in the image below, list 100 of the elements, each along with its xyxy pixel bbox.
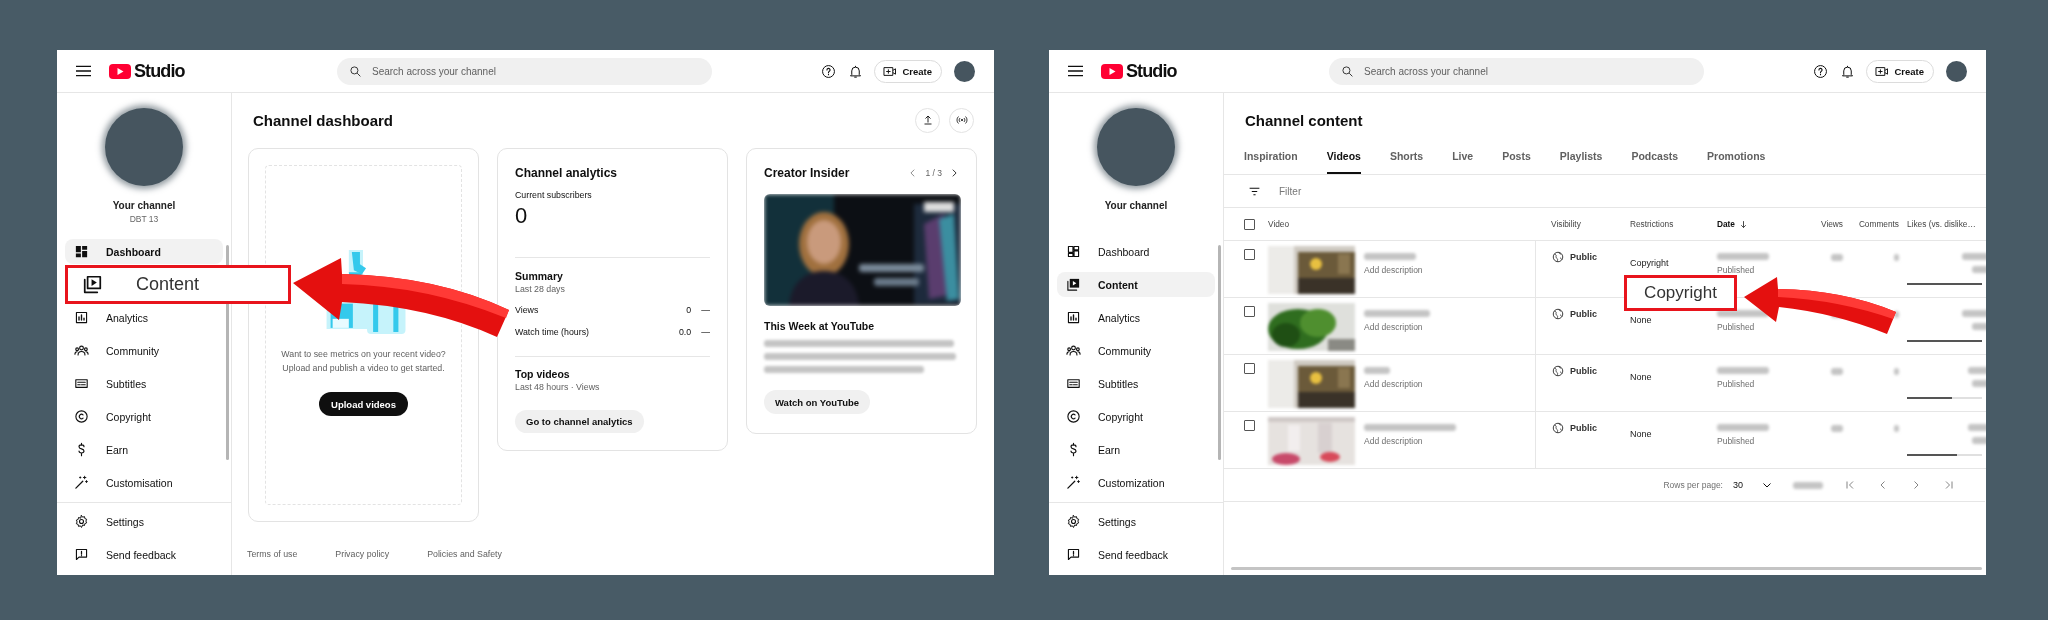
blurred-text — [1717, 367, 1769, 374]
blurred-text — [1831, 368, 1843, 375]
play-box-icon — [1066, 277, 1081, 292]
checkbox[interactable] — [1244, 306, 1255, 317]
video-title: This Week at YouTube — [764, 319, 875, 333]
nav-item[interactable]: Copyright — [1049, 404, 1215, 429]
nav-item[interactable]: Community — [1049, 338, 1215, 363]
avatar[interactable] — [1097, 108, 1175, 186]
logo-text[interactable]: Studio — [1126, 60, 1177, 82]
nav-item[interactable]: Send feedback — [57, 542, 223, 567]
subscriber-count: 0 — [515, 203, 528, 229]
copyright-icon — [1066, 409, 1081, 424]
tab[interactable]: Shorts — [1389, 149, 1424, 174]
avatar[interactable] — [1946, 60, 1967, 82]
rows-per-page-value[interactable]: 30 — [1733, 480, 1743, 490]
column-header[interactable]: Views — [1821, 219, 1843, 229]
play-logo-icon — [1101, 63, 1123, 79]
blurred-text — [1364, 253, 1416, 260]
column-header[interactable]: Likes (vs. dislike… — [1907, 219, 1976, 229]
nav-item[interactable]: Earn — [57, 437, 223, 462]
search-field[interactable]: Search across your channel — [337, 57, 712, 85]
live-button[interactable] — [949, 107, 974, 133]
column-header[interactable]: Date — [1717, 219, 1735, 229]
bell-icon[interactable] — [848, 63, 864, 79]
nav-item[interactable]: Send feedback — [1049, 542, 1215, 567]
nav-item[interactable]: Settings — [1049, 509, 1215, 534]
channel-name: Your channel — [1104, 200, 1168, 211]
watch-button[interactable]: Watch on YouTube — [764, 390, 871, 414]
column-header[interactable]: Video — [1268, 219, 1290, 229]
column-header[interactable]: Visibility — [1551, 219, 1581, 229]
nav-item[interactable]: Copyright — [57, 404, 223, 429]
nav-item[interactable]: Subtitles — [57, 371, 223, 396]
search-field[interactable]: Search across your channel — [1329, 57, 1704, 85]
highlighted-nav-item[interactable]: Content — [65, 265, 291, 304]
footer-link[interactable]: Privacy policy — [335, 549, 390, 559]
checkbox[interactable] — [1244, 249, 1255, 260]
blurred-text — [1364, 367, 1390, 374]
publish-status: Published — [1717, 265, 1755, 276]
help-icon[interactable] — [1813, 63, 1829, 79]
checkbox[interactable] — [1244, 420, 1255, 431]
avatar[interactable] — [105, 108, 183, 186]
arrow-down-icon[interactable] — [1739, 219, 1748, 229]
menu-icon[interactable] — [1068, 65, 1083, 77]
footer-link[interactable]: Policies and Safety — [427, 549, 502, 559]
nav-item[interactable]: Customisation — [57, 470, 223, 495]
footer-link[interactable]: Terms of use — [247, 549, 298, 559]
tab[interactable]: Podcasts — [1631, 149, 1679, 174]
video-plus-icon — [883, 65, 898, 77]
metric-label: Watch time (hours) — [515, 325, 589, 338]
nav-item[interactable]: Community — [57, 338, 223, 363]
blurred-text — [1972, 380, 1986, 387]
tab[interactable]: Inspiration — [1244, 149, 1298, 174]
avatar[interactable] — [954, 60, 975, 82]
nav-item[interactable]: Subtitles — [1049, 371, 1215, 396]
nav-item[interactable]: Settings — [57, 509, 223, 534]
tab[interactable]: Posts — [1502, 149, 1531, 174]
restriction-status: None — [1630, 372, 1652, 382]
video-description: Add description — [1364, 322, 1424, 333]
logo-text[interactable]: Studio — [134, 60, 185, 82]
scrollbar[interactable] — [1218, 245, 1221, 460]
section-period: Last 48 hours · Views — [515, 380, 600, 393]
metric-value: 0.0 — [678, 325, 692, 338]
nav-item[interactable]: Dashboard — [1049, 239, 1215, 264]
menu-icon[interactable] — [76, 65, 91, 77]
globe-icon — [1552, 365, 1564, 377]
column-header[interactable]: Restrictions — [1630, 219, 1674, 229]
checkbox[interactable] — [1244, 218, 1255, 230]
create-button[interactable]: Create — [874, 59, 942, 83]
visibility-status: Public — [1570, 308, 1597, 320]
tab[interactable]: Playlists — [1559, 149, 1603, 174]
tab[interactable]: Videos — [1326, 149, 1361, 174]
nav-item[interactable]: Customization — [1049, 470, 1215, 495]
bell-icon[interactable] — [1840, 63, 1856, 79]
play-box-icon — [81, 273, 104, 296]
visibility-status: Public — [1570, 251, 1597, 263]
magic-wand-icon — [74, 475, 89, 490]
tab[interactable]: Live — [1452, 149, 1474, 174]
blurred-text — [1894, 425, 1899, 432]
search-icon — [1341, 64, 1354, 78]
upload-videos-button[interactable]: Upload videos — [319, 392, 408, 416]
upload-button[interactable] — [915, 107, 940, 133]
nav-item[interactable]: Earn — [1049, 437, 1215, 462]
video-description: Add description — [1364, 379, 1423, 390]
scrollbar[interactable] — [1231, 567, 1982, 570]
nav-item[interactable]: Dashboard — [65, 239, 223, 264]
metric-value: 0 — [686, 303, 692, 316]
nav-item[interactable]: Analytics — [57, 305, 223, 330]
help-icon[interactable] — [821, 63, 837, 79]
checkbox[interactable] — [1244, 363, 1255, 374]
tab[interactable]: Promotions — [1707, 149, 1766, 174]
scrollbar[interactable] — [226, 245, 229, 460]
create-button[interactable]: Create — [1866, 59, 1934, 83]
blurred-text — [1962, 253, 1986, 260]
restriction-status: None — [1630, 429, 1652, 439]
nav-item[interactable]: Content — [1057, 272, 1215, 297]
settings-icon — [1066, 514, 1081, 529]
nav-item[interactable]: Analytics — [1049, 305, 1215, 330]
video-plus-icon — [1875, 65, 1890, 77]
analytics-button[interactable]: Go to channel analytics — [515, 409, 644, 433]
column-header[interactable]: Comments — [1858, 219, 1899, 229]
